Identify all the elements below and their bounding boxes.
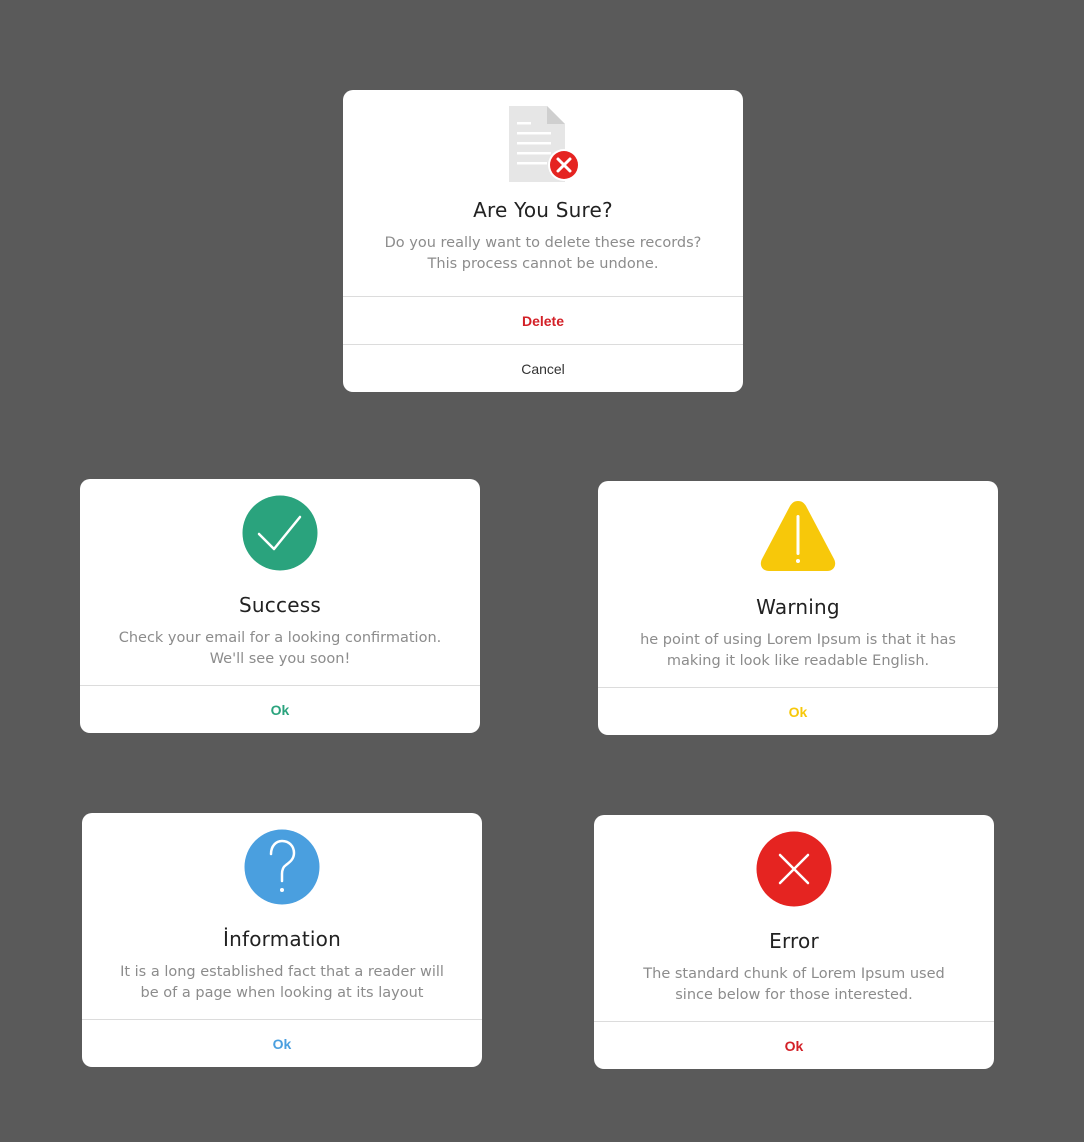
message-line: since below for those interested. — [675, 987, 913, 1003]
message-line: making it look like readable English. — [666, 653, 930, 669]
ok-button[interactable]: Ok — [80, 685, 480, 733]
dialog-title: Warning — [756, 595, 840, 619]
dialog-title: Error — [769, 929, 819, 953]
x-circle-icon — [594, 831, 994, 907]
dialog-message: The standard chunk of Lorem Ipsum used s… — [594, 964, 994, 1006]
message-line: Do you really want to delete these recor… — [384, 235, 702, 251]
success-dialog: Success Check your email for a looking c… — [80, 479, 480, 733]
dialog-message: It is a long established fact that a rea… — [82, 962, 482, 1004]
ok-button[interactable]: Ok — [82, 1019, 482, 1067]
dialog-title: Are You Sure? — [473, 198, 613, 222]
cancel-button[interactable]: Cancel — [343, 344, 743, 392]
message-line: We'll see you soon! — [209, 651, 351, 667]
check-circle-icon — [80, 495, 480, 571]
dialog-message: Do you really want to delete these recor… — [343, 233, 743, 275]
ok-button[interactable]: Ok — [594, 1021, 994, 1069]
document-delete-icon — [343, 106, 743, 182]
dialog-title: İnformation — [223, 927, 341, 951]
information-dialog: İnformation It is a long established fac… — [82, 813, 482, 1067]
delete-button[interactable]: Delete — [343, 296, 743, 344]
message-line: he point of using Lorem Ipsum is that it… — [640, 632, 956, 648]
error-dialog: Error The standard chunk of Lorem Ipsum … — [594, 815, 994, 1069]
message-line: This process cannot be undone. — [427, 256, 659, 272]
message-line: It is a long established fact that a rea… — [120, 964, 444, 980]
ok-button[interactable]: Ok — [598, 687, 998, 735]
warning-triangle-icon — [598, 497, 998, 573]
question-circle-icon — [82, 829, 482, 905]
message-line: The standard chunk of Lorem Ipsum used — [643, 966, 945, 982]
message-line: Check your email for a looking confirmat… — [118, 630, 442, 646]
dialog-title: Success — [239, 593, 321, 617]
delete-confirm-dialog: Are You Sure? Do you really want to dele… — [343, 90, 743, 392]
dialog-message: he point of using Lorem Ipsum is that it… — [598, 630, 998, 672]
dialog-message: Check your email for a looking confirmat… — [80, 628, 480, 670]
warning-dialog: Warning he point of using Lorem Ipsum is… — [598, 481, 998, 735]
message-line: be of a page when looking at its layout — [140, 985, 424, 1001]
